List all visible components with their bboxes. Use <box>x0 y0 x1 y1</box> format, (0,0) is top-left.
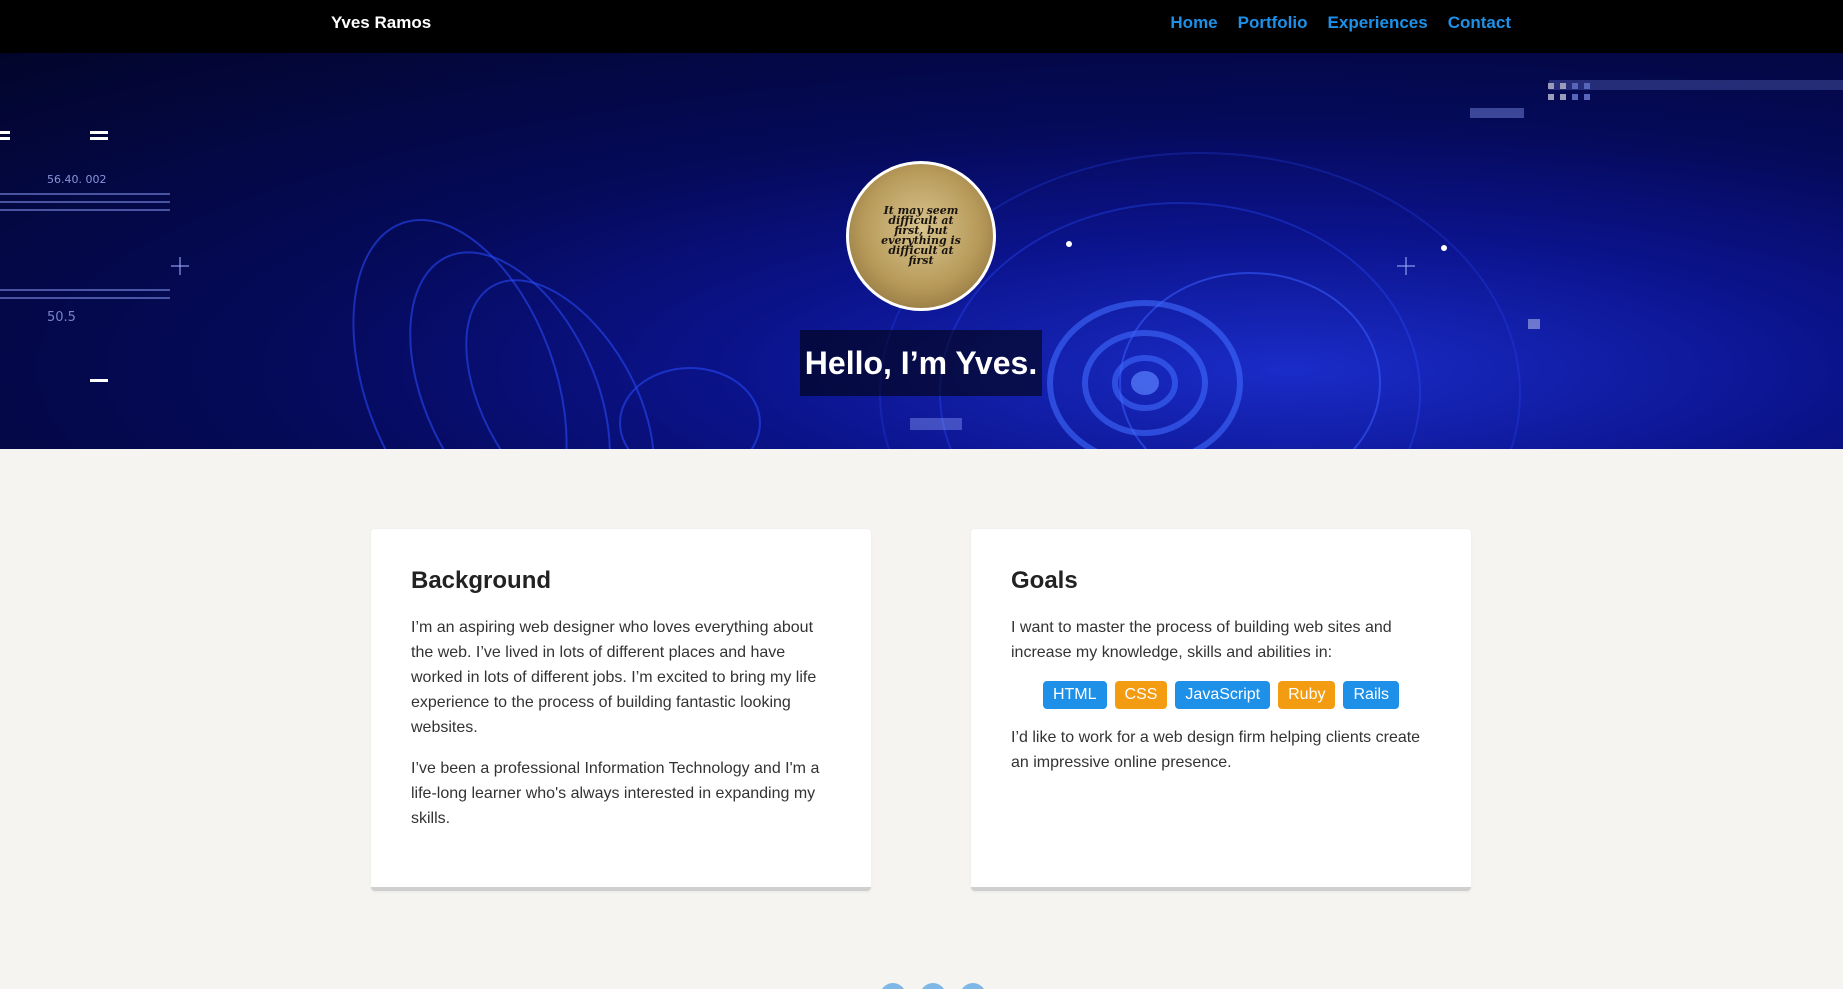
background-paragraph-1: I’m an aspiring web designer who loves e… <box>411 619 817 736</box>
profile-avatar: It may seem difficult at first, but ever… <box>846 161 996 311</box>
social-icon[interactable] <box>920 983 946 989</box>
hud-readout-1: 56.40. 002 <box>47 173 106 186</box>
hud-readout-2: 50.5 <box>47 310 76 325</box>
skill-tag-css: CSS <box>1114 681 1168 709</box>
background-card: Background I’m an aspiring web designer … <box>371 529 871 891</box>
background-title: Background <box>411 567 552 594</box>
top-nav-bar: Yves Ramos Home Portfolio Experiences Co… <box>0 0 1843 53</box>
goals-card: Goals I want to master the process of bu… <box>971 529 1471 891</box>
goals-title: Goals <box>1011 567 1078 594</box>
skill-tag-javascript: JavaScript <box>1175 681 1271 709</box>
social-icons-row <box>880 983 986 989</box>
skill-tags: HTML CSS JavaScript Ruby Rails <box>1011 681 1431 709</box>
nav-portfolio[interactable]: Portfolio <box>1238 13 1308 33</box>
avatar-quote: It may seem difficult at first, but ever… <box>881 204 961 267</box>
nav-home[interactable]: Home <box>1170 13 1217 33</box>
nav-contact[interactable]: Contact <box>1448 13 1511 33</box>
nav-experiences[interactable]: Experiences <box>1328 13 1428 33</box>
skill-tag-html: HTML <box>1042 681 1107 709</box>
hero-banner: 56.40. 002 50.5 It may seem difficult at… <box>0 53 1843 449</box>
goals-paragraph-1: I want to master the process of building… <box>1011 619 1392 661</box>
background-paragraph-2: I’ve been a professional Information Tec… <box>411 760 820 827</box>
skill-tag-ruby: Ruby <box>1278 681 1336 709</box>
site-brand[interactable]: Yves Ramos <box>331 13 431 33</box>
skill-tag-rails: Rails <box>1343 681 1400 709</box>
social-icon[interactable] <box>960 983 986 989</box>
hero-greeting: Hello, I’m Yves. <box>804 344 1038 381</box>
main-nav: Home Portfolio Experiences Contact <box>1170 13 1511 33</box>
goals-paragraph-2: I’d like to work for a web design firm h… <box>1011 729 1421 771</box>
social-icon[interactable] <box>880 983 906 989</box>
greeting-box: Hello, I’m Yves. <box>800 330 1042 396</box>
